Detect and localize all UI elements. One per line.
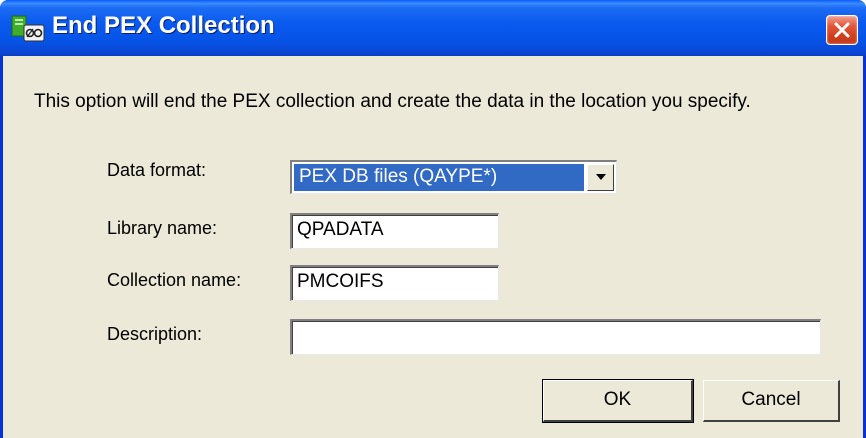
library-name-input[interactable]: QPADATA <box>290 213 499 249</box>
dialog-body: This option will end the PEX collection … <box>3 56 863 438</box>
description-input[interactable] <box>290 319 821 355</box>
dropdown-arrow-button[interactable] <box>587 164 614 191</box>
library-name-label: Library name: <box>107 218 218 238</box>
description-label: Description: <box>107 324 203 344</box>
collection-name-input[interactable]: PMCOIFS <box>290 265 499 301</box>
window-title: End PEX Collection <box>52 12 275 39</box>
instruction-text: This option will end the PEX collection … <box>34 91 751 112</box>
data-format-dropdown[interactable]: PEX DB files (QAYPE*) <box>290 160 617 194</box>
dialog-window: End PEX Collection This option will end … <box>0 0 866 438</box>
pex-collection-icon <box>10 14 48 44</box>
title-bar[interactable]: End PEX Collection <box>0 0 866 56</box>
data-format-label: Data format: <box>107 160 207 180</box>
collection-name-label: Collection name: <box>107 270 242 290</box>
close-button[interactable] <box>826 15 858 45</box>
cancel-button[interactable]: Cancel <box>703 380 840 422</box>
ok-button[interactable]: OK <box>542 379 694 423</box>
data-format-selected-value: PEX DB files (QAYPE*) <box>294 164 584 191</box>
